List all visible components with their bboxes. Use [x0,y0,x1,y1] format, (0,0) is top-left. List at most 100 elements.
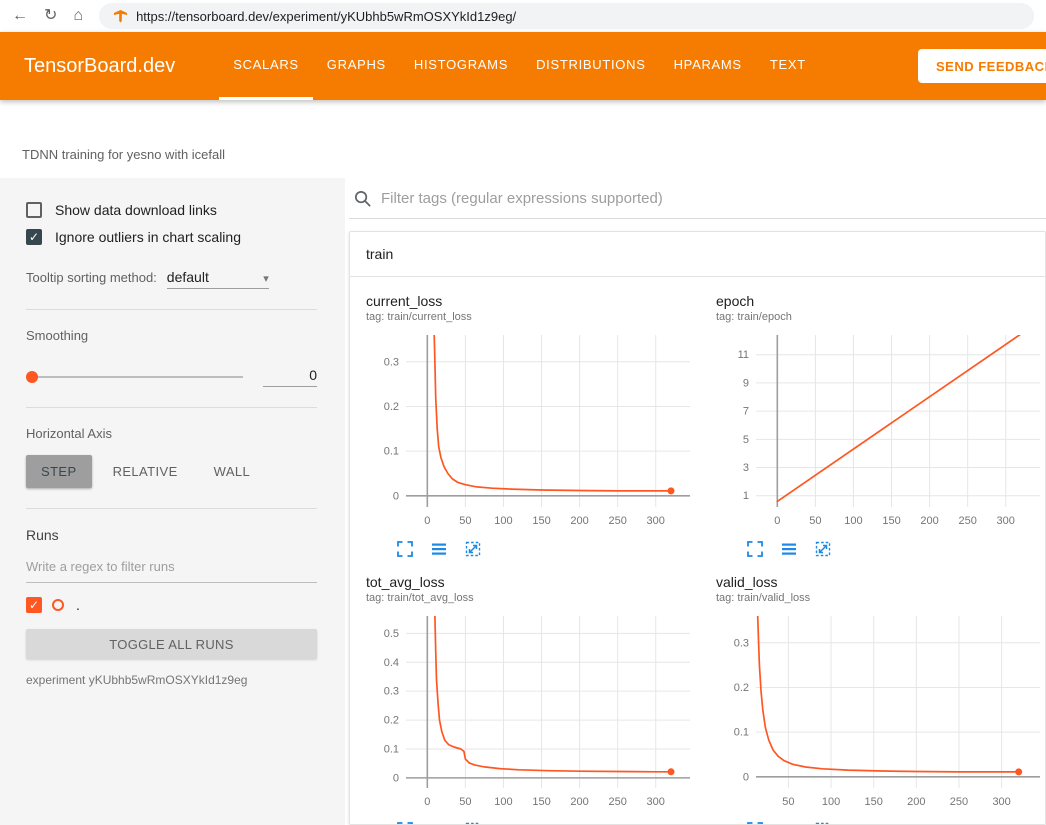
back-icon[interactable]: ← [12,8,28,24]
reload-icon[interactable]: ↻ [44,8,57,24]
svg-text:200: 200 [570,515,588,527]
show-download-links-checkbox[interactable]: Show data download links [26,202,317,218]
svg-text:3: 3 [743,462,749,474]
axis-button-relative[interactable]: RELATIVE [98,455,193,488]
tab-text[interactable]: TEXT [756,32,820,100]
axis-button-step[interactable]: STEP [26,455,92,488]
line-chart-svg: 1357911050100150200250300 [716,331,1046,531]
expand-chart-button[interactable] [394,819,416,825]
chart-actions [716,538,1046,560]
tab-scalars[interactable]: SCALARS [219,32,313,100]
chart-plot[interactable]: 00.10.20.3050100150200250300 [366,331,696,536]
svg-text:9: 9 [743,377,749,389]
svg-text:50: 50 [459,515,471,527]
fit-domain-button[interactable] [462,538,484,560]
send-feedback-button[interactable]: SEND FEEDBACK [918,49,1046,83]
tag-filter-input[interactable] [381,190,1038,207]
chart-title: current_loss [366,293,696,309]
ignore-outliers-checkbox[interactable]: Ignore outliers in chart scaling [26,229,317,245]
svg-text:300: 300 [992,796,1010,808]
main-panel: train current_loss tag: train/current_lo… [345,178,1046,825]
chart-title: epoch [716,293,1046,309]
svg-text:300: 300 [647,515,665,527]
expand-icon [396,821,414,825]
tab-graphs[interactable]: GRAPHS [313,32,400,100]
slider-track [26,376,243,378]
smoothing-row: 0 [26,367,317,387]
fit-domain-button[interactable] [812,819,834,825]
settings-sidebar: Show data download links Ignore outliers… [0,178,345,825]
expand-icon [746,540,764,558]
search-icon [353,189,372,208]
fit-domain-icon [464,540,482,558]
runs-filter-input[interactable] [26,557,317,583]
toggle-y-axis-button[interactable] [778,819,800,825]
slider-thumb[interactable] [26,371,38,383]
tag-group-header[interactable]: train [350,232,1045,277]
divider [26,508,317,509]
svg-text:150: 150 [882,515,900,527]
tensorboard-logo-icon [113,9,128,24]
address-bar[interactable]: https://tensorboard.dev/experiment/yKUbh… [99,3,1034,29]
home-icon[interactable]: ⌂ [73,8,83,24]
smoothing-label: Smoothing [26,328,317,343]
chart-plot[interactable]: 1357911050100150200250300 [716,331,1046,536]
axis-button-wall[interactable]: WALL [199,455,266,488]
chart-card: epoch tag: train/epoch 13579110501001502… [716,293,1046,560]
svg-text:150: 150 [865,796,883,808]
chart-tag: tag: train/tot_avg_loss [366,592,696,604]
expand-icon [746,821,764,825]
toggle-y-axis-button[interactable] [428,819,450,825]
smoothing-slider[interactable] [26,370,243,384]
chart-title: tot_avg_loss [366,574,696,590]
chart-plot[interactable]: 00.10.20.350100150200250300 [716,612,1046,817]
svg-text:0.3: 0.3 [384,686,399,698]
horizontal-axis-buttons: STEPRELATIVEWALL [26,455,317,488]
toggle-y-axis-button[interactable] [428,538,450,560]
brand-title: TensorBoard.dev [24,55,175,78]
tag-group-card: train current_loss tag: train/current_lo… [349,231,1046,825]
experiment-title: TDNN training for yesno with icefall [22,147,225,162]
svg-text:0.5: 0.5 [384,628,399,640]
chart-card: current_loss tag: train/current_loss 00.… [366,293,696,560]
checkbox-checked-icon [26,229,42,245]
line-chart-svg: 00.10.20.3050100150200250300 [366,331,696,531]
tab-histograms[interactable]: HISTOGRAMS [400,32,522,100]
svg-text:250: 250 [950,796,968,808]
fit-domain-button[interactable] [462,819,484,825]
svg-text:0: 0 [393,490,399,502]
dropdown-value: default [167,269,209,285]
svg-text:0: 0 [393,772,399,784]
run-checkbox-icon[interactable] [26,597,42,613]
run-color-circle-icon[interactable] [52,599,64,611]
expand-chart-button[interactable] [394,538,416,560]
svg-text:250: 250 [608,796,626,808]
svg-text:250: 250 [608,515,626,527]
horizontal-lines-icon [430,540,448,558]
svg-text:0.1: 0.1 [384,743,399,755]
chart-actions [366,538,696,560]
chart-tag: tag: train/valid_loss [716,592,1046,604]
smoothing-value-input[interactable]: 0 [263,367,317,387]
svg-text:200: 200 [570,796,588,808]
chart-plot[interactable]: 00.10.20.30.40.5050100150200250300 [366,612,696,817]
fit-domain-button[interactable] [812,538,834,560]
expand-chart-button[interactable] [744,819,766,825]
tab-hparams[interactable]: HPARAMS [660,32,756,100]
horizontal-lines-icon [430,821,448,825]
toggle-y-axis-button[interactable] [778,538,800,560]
divider [26,309,317,310]
chart-actions [366,819,696,825]
line-chart-svg: 00.10.20.30.40.5050100150200250300 [366,612,696,812]
svg-text:0.4: 0.4 [384,657,399,669]
tooltip-sorting-dropdown[interactable]: default ▾ [167,269,269,289]
tab-distributions[interactable]: DISTRIBUTIONS [522,32,660,100]
svg-text:100: 100 [822,796,840,808]
fit-domain-icon [464,821,482,825]
svg-text:150: 150 [532,515,550,527]
run-name: . [76,597,80,613]
checkbox-unchecked-icon [26,202,42,218]
toggle-all-runs-button[interactable]: TOGGLE ALL RUNS [26,629,317,659]
expand-chart-button[interactable] [744,538,766,560]
runs-label: Runs [26,527,317,543]
